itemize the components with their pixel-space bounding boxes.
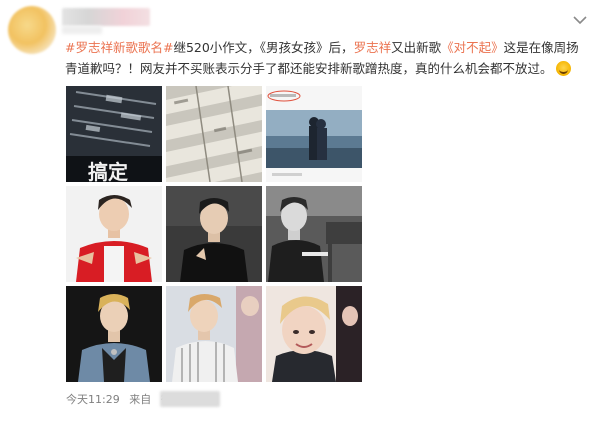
image-3[interactable]	[266, 86, 362, 182]
image-2[interactable]	[166, 86, 262, 182]
image-5[interactable]	[166, 186, 262, 282]
image-8[interactable]	[166, 286, 262, 382]
image-9[interactable]	[266, 286, 362, 382]
topic-link[interactable]: #罗志祥新歌歌名#	[65, 40, 173, 55]
image-7[interactable]	[66, 286, 162, 382]
source-redacted	[160, 391, 220, 407]
image-6[interactable]	[266, 186, 362, 282]
post-text-segment: 又出新歌	[391, 40, 442, 55]
post-text-segment: 青道歉吗？！网友并不买账表示分手了都还能安排新歌蹭热度，真的什么机会都不放过。	[65, 61, 553, 76]
post-text-segment: 这是在像周扬	[503, 40, 579, 55]
post-source-prefix: 来自	[129, 393, 152, 406]
weibo-post-card: #罗志祥新歌歌名#继520小作文，《男孩女孩》后，罗志祥又出新歌《对不起》这是在…	[0, 0, 600, 428]
chevron-down-icon[interactable]	[572, 14, 588, 26]
image-grid: 搞定	[66, 86, 362, 382]
post-text: #罗志祥新歌歌名#继520小作文，《男孩女孩》后，罗志祥又出新歌《对不起》这是在…	[65, 37, 585, 79]
image-1[interactable]: 搞定	[66, 86, 162, 182]
image-caption: 搞定	[88, 160, 128, 182]
post-time[interactable]: 今天11:29	[66, 393, 120, 406]
post-text-segment: 继520小作文，《男孩女孩》后，	[173, 40, 354, 55]
user-avatar[interactable]	[8, 6, 56, 54]
song-title-link[interactable]: 《对不起》	[441, 40, 504, 55]
mention-link[interactable]: 罗志祥	[354, 40, 392, 55]
image-4[interactable]	[66, 186, 162, 282]
laughing-tears-emoji-icon	[555, 61, 571, 76]
username-redacted[interactable]	[62, 8, 150, 26]
user-meta-redacted	[62, 26, 102, 34]
